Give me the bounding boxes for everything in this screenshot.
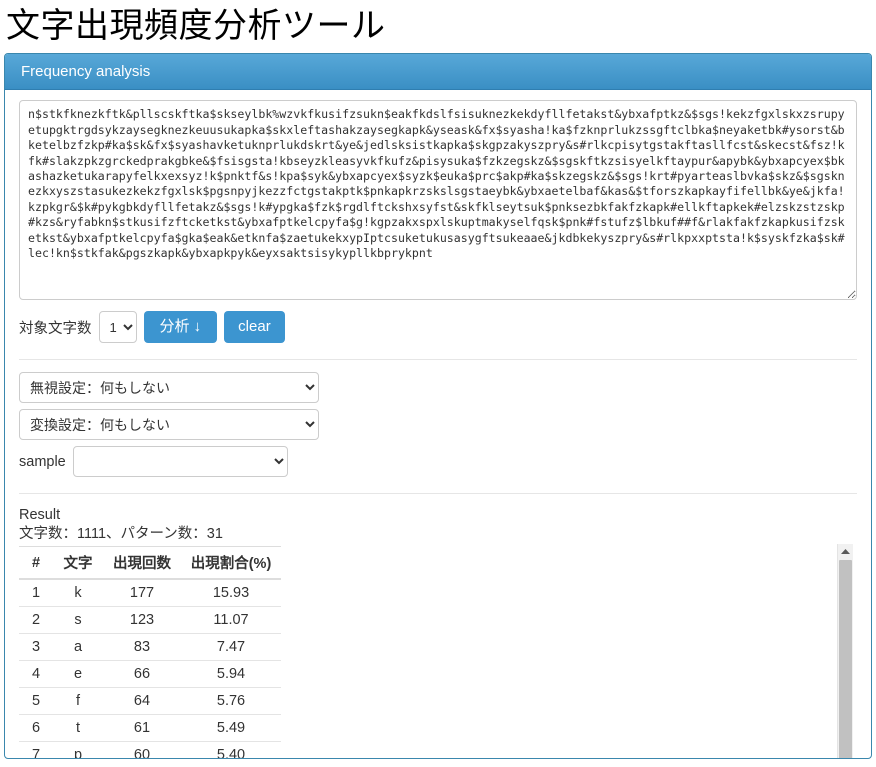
cell-count: 64 [103,687,181,715]
cell-pct: 5.49 [181,714,281,742]
frequency-table-body: 1 k 177 15.93 2 s 123 11.07 3 a 83 7.47 … [19,578,281,759]
divider-controls [19,359,857,361]
ignore-setting-select[interactable]: 無視設定：何もしない [19,372,319,404]
table-row: 6 t 61 5.49 [19,714,281,742]
table-header-row: # 文字 出現回数 出現割合(%) [19,546,281,581]
divider-result [19,493,857,495]
cell-count: 60 [103,741,181,759]
column-header-pct: 出現割合(%) [181,546,281,581]
panel-body: n$stkfknezkftk&pllscskftka$skseylbk%wzvk… [5,90,871,759]
cell-pct: 7.47 [181,633,281,661]
target-char-count-label: 対象文字数 [19,320,92,337]
result-summary: 文字数：1111、パターン数：31 [19,526,223,543]
result-vertical-scrollbar[interactable] [837,544,853,759]
cell-rank: 2 [19,606,53,634]
cell-rank: 7 [19,741,53,759]
table-row: 3 a 83 7.47 [19,633,281,661]
table-row: 1 k 177 15.93 [19,578,281,607]
cell-char: t [53,714,103,742]
sample-select[interactable] [72,446,288,478]
cell-count: 123 [103,606,181,634]
clear-button[interactable]: clear [224,311,285,344]
table-row: 5 f 64 5.76 [19,687,281,715]
table-row: 4 e 66 5.94 [19,660,281,688]
analysis-controls-row: 対象文字数 1 分析 ↓ clear [19,311,857,344]
result-scroll-area: # 文字 出現回数 出現割合(%) 1 k 177 15.93 2 s 123 … [19,544,857,759]
scrollbar-thumb[interactable] [839,560,852,759]
cell-pct: 5.76 [181,687,281,715]
frequency-analysis-panel: Frequency analysis n$stkfknezkftk&pllscs… [4,53,872,760]
cell-char: p [53,741,103,759]
cell-count: 66 [103,660,181,688]
cell-rank: 6 [19,714,53,742]
cell-pct: 5.40 [181,741,281,759]
cell-char: e [53,660,103,688]
sample-label: sample [19,453,66,470]
ignore-setting-block: 無視設定：何もしない [19,372,857,404]
cell-char: k [53,578,103,607]
cell-count: 61 [103,714,181,742]
cell-pct: 11.07 [181,606,281,634]
cell-pct: 5.94 [181,660,281,688]
scroll-up-arrow-icon[interactable] [838,544,853,560]
convert-setting-select[interactable]: 変換設定：何もしない [19,409,319,441]
result-section: Result 文字数：1111、パターン数：31 # 文字 出現回数 出現割合(… [19,506,857,759]
panel-heading: Frequency analysis [5,54,871,91]
cell-pct: 15.93 [181,578,281,607]
cell-count: 83 [103,633,181,661]
column-header-char: 文字 [53,546,103,581]
table-row: 7 p 60 5.40 [19,741,281,759]
page-title: 文字出現頻度分析ツール [6,7,386,45]
cell-char: a [53,633,103,661]
cell-char: f [53,687,103,715]
cell-rank: 5 [19,687,53,715]
column-header-rank: # [19,546,53,581]
table-row: 2 s 123 11.07 [19,606,281,634]
text-input-wrapper: n$stkfknezkftk&pllscskftka$skseylbk%wzvk… [19,100,857,301]
result-label: Result [19,507,61,524]
sample-row: sample [19,446,857,478]
column-header-count: 出現回数 [103,546,181,581]
cell-char: s [53,606,103,634]
panel-title: Frequency analysis [21,63,151,81]
cell-count: 177 [103,578,181,607]
convert-setting-block: 変換設定：何もしない [19,409,857,441]
frequency-table: # 文字 出現回数 出現割合(%) 1 k 177 15.93 2 s 123 … [19,546,281,759]
cell-rank: 4 [19,660,53,688]
analyze-button[interactable]: 分析 ↓ [143,311,218,344]
frequency-text-input[interactable]: n$stkfknezkftk&pllscskftka$skseylbk%wzvk… [19,100,857,301]
cell-rank: 3 [19,633,53,661]
cell-rank: 1 [19,578,53,607]
target-char-count-select[interactable]: 1 [98,311,137,344]
